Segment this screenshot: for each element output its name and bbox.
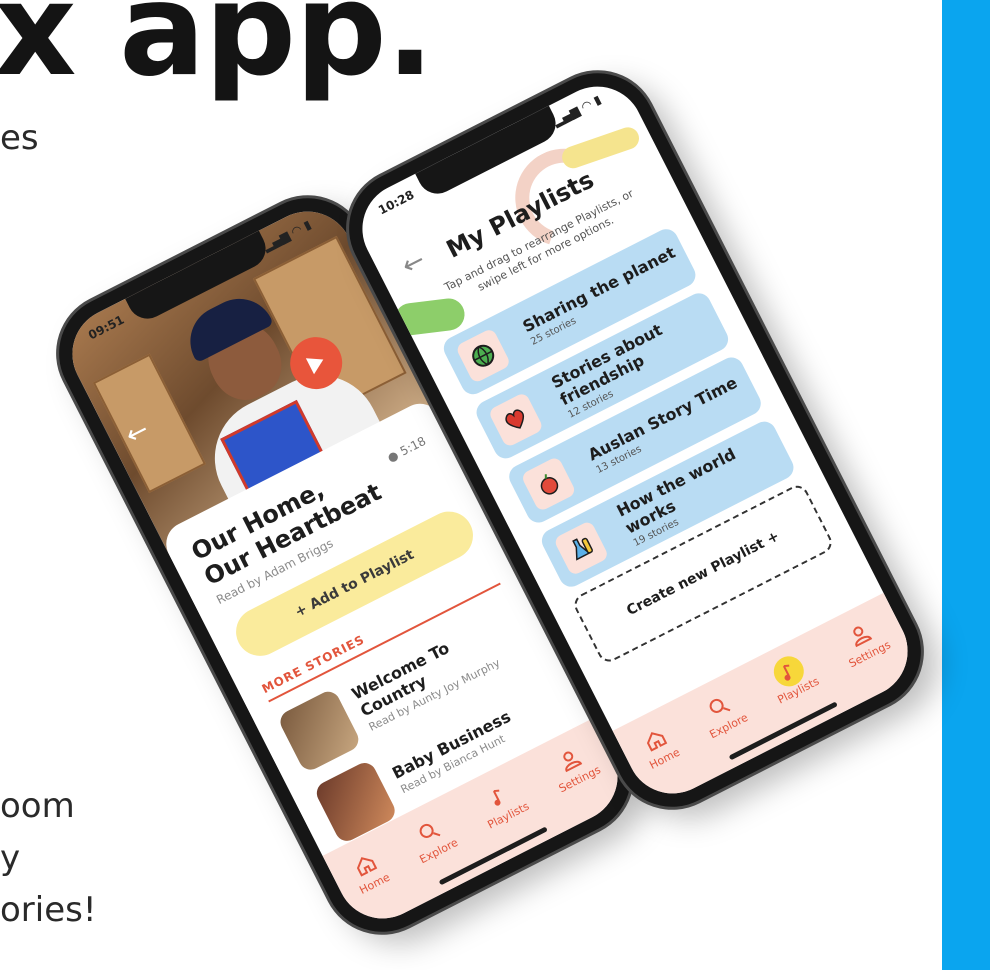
tab-explore[interactable]: Explore xyxy=(694,684,750,741)
play-icon xyxy=(305,358,324,375)
apple-icon xyxy=(520,455,577,513)
page-text-fragment: es xyxy=(0,118,39,158)
story-thumbnail xyxy=(276,687,363,774)
globe-icon xyxy=(454,327,512,384)
page-heading-fragment: x app. xyxy=(0,0,434,105)
status-icons: ▂▄▆ ◠ ▮ xyxy=(550,92,604,129)
tab-playlists[interactable]: Playlists xyxy=(472,773,531,832)
status-time: 10:28 xyxy=(376,187,417,218)
flask-icon xyxy=(553,519,610,577)
duration-text: 5:18 xyxy=(397,433,429,459)
tab-playlists[interactable]: Playlists xyxy=(762,648,821,707)
tab-settings[interactable]: Settings xyxy=(833,612,893,670)
page-text-fragment: y xyxy=(0,838,21,878)
tab-home[interactable]: Home xyxy=(634,719,682,772)
tab-explore[interactable]: Explore xyxy=(404,809,460,866)
tab-home[interactable]: Home xyxy=(344,844,392,897)
video-duration: ● 5:18 xyxy=(385,434,428,465)
bookshelf-image xyxy=(92,353,207,494)
blue-side-panel xyxy=(942,0,990,970)
clock-icon: ● xyxy=(385,447,401,466)
page-text-fragment: ories! xyxy=(0,890,97,930)
tab-settings[interactable]: Settings xyxy=(543,737,603,795)
page-text-fragment: oom xyxy=(0,786,75,826)
heart-icon xyxy=(487,391,545,449)
